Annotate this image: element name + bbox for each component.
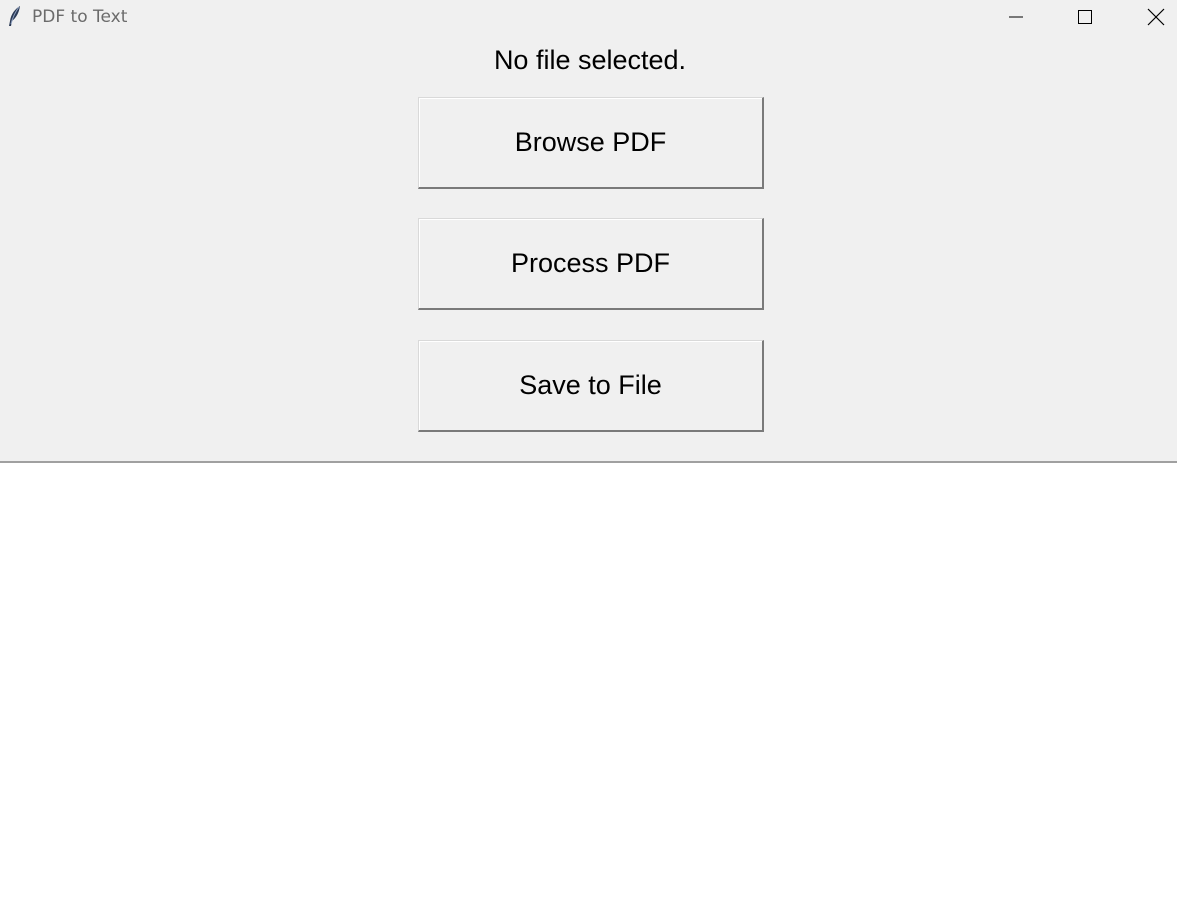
process-pdf-button[interactable]: Process PDF [418,218,764,310]
browse-pdf-button[interactable]: Browse PDF [418,97,764,189]
close-button[interactable] [1133,0,1177,33]
file-status-label: No file selected. [493,45,687,75]
window-title: PDF to Text [32,7,128,27]
minimize-button[interactable] [993,0,1039,33]
feather-icon [7,5,23,27]
title-bar[interactable]: PDF to Text [0,0,1177,33]
app-window: PDF to Text No file selected. Browse PDF… [0,0,1177,916]
controls-panel: No file selected. Browse PDF Process PDF… [0,33,1177,463]
minimize-icon [1008,9,1024,25]
close-icon [1147,8,1165,26]
maximize-button[interactable] [1062,0,1108,33]
output-text-area[interactable] [0,463,1177,916]
save-to-file-button[interactable]: Save to File [418,340,764,432]
maximize-icon [1077,9,1093,25]
